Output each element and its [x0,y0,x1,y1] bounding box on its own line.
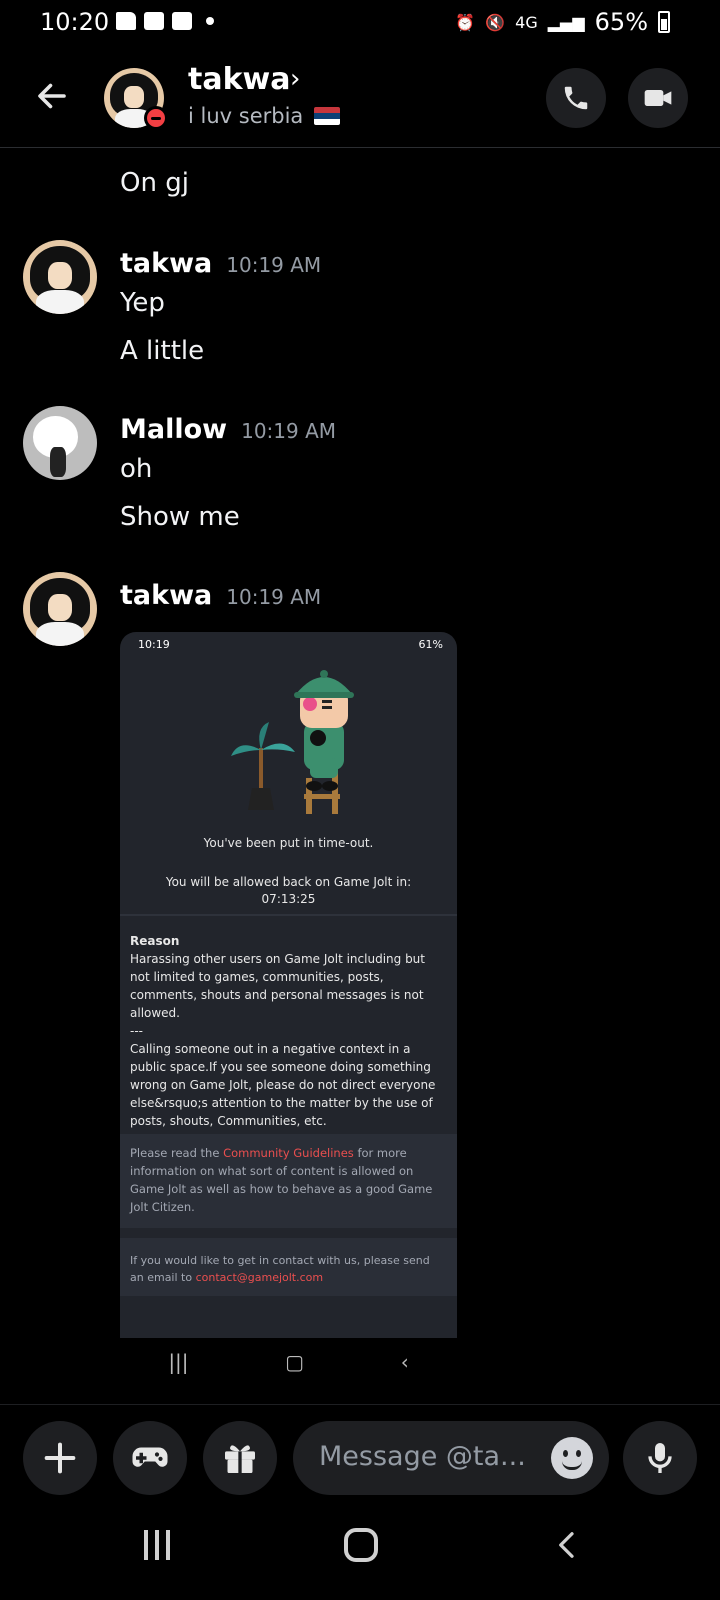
home-button[interactable] [344,1528,378,1562]
contact-box: If you would like to get in contact with… [120,1238,457,1296]
timestamp: 10:19 AM [241,419,337,443]
author-name[interactable]: takwa [120,248,212,279]
embed-status-time: 10:19 [138,638,170,651]
serbia-flag-icon [313,107,340,125]
reason-body: Harassing other users on Game Jolt inclu… [130,952,425,1020]
notification-dot-icon [206,17,214,25]
video-icon [644,90,672,106]
message-header: Mallow 10:19 AM [120,414,336,445]
network-type: 4G [515,12,538,32]
recent-apps-button[interactable] [144,1530,170,1560]
signal-icon: ▂▄▆ [547,12,585,32]
avatar[interactable] [23,406,97,480]
reason-body: Calling someone out in a negative contex… [130,1042,436,1128]
mic-icon [648,1443,672,1473]
message-header: takwa 10:19 AM [120,580,321,611]
recent-apps-icon: ||| [168,1350,189,1374]
allowed-back-text: You will be allowed back on Game Jolt in… [165,875,412,889]
alarm-icon: ⏰ [455,12,476,32]
community-guidelines-link[interactable]: Community Guidelines [223,1146,354,1160]
capcut-icon [144,12,164,30]
back-button[interactable] [30,74,74,118]
contact-text: If you would like to get in contact with… [130,1254,430,1284]
custom-status: i luv serbia [188,104,340,128]
message-text: A little [120,336,205,366]
embed-nav-bar: ||| ▢ ‹ [120,1338,457,1386]
mute-icon: 🔇 [485,12,506,32]
message-header: takwa 10:19 AM [120,248,321,279]
system-nav-bar [0,1512,720,1600]
status-bar: 10:20 ⏰ 🔇 4G ▂▄▆ 65% [0,0,720,48]
dnd-status-icon [144,106,168,130]
home-icon: ▢ [285,1350,305,1374]
message-input[interactable]: Message @ta... [293,1421,609,1495]
plus-icon [44,1442,76,1474]
reason-title: Reason [130,934,180,948]
message-text: On gj [120,168,189,198]
video-call-button[interactable] [628,68,688,128]
author-name[interactable]: Mallow [120,414,227,445]
avatar[interactable] [23,572,97,646]
back-button[interactable] [552,1530,582,1560]
status-time: 10:20 [40,8,110,36]
embed-status-battery: 61% [418,638,443,651]
guidelines-text: Please read the Community Guidelines for… [130,1146,433,1214]
battery-percent: 65% [594,8,648,36]
custom-status-text: i luv serbia [188,104,304,128]
voice-call-button[interactable] [546,68,606,128]
dm-header: takwa › i luv serbia [0,48,720,148]
battery-icon [658,11,670,33]
youtube-icon [172,12,192,30]
voice-message-button[interactable] [623,1421,697,1495]
timestamp: 10:19 AM [226,585,322,609]
message-text: oh [120,454,153,484]
timestamp: 10:19 AM [226,253,322,277]
chevron-right-icon[interactable]: › [290,64,300,94]
contact-name[interactable]: takwa [188,62,291,97]
call-icon [564,86,588,110]
guidelines-box: Please read the Community Guidelines for… [120,1134,457,1228]
message-composer: Message @ta... [0,1404,720,1512]
attach-button[interactable] [23,1421,97,1495]
timeout-duration: You will be allowed back on Game Jolt in… [150,874,427,908]
folder-icon [116,12,136,30]
timeout-message: You've been put in time-out. [203,836,374,850]
gift-button[interactable] [203,1421,277,1495]
message-input-placeholder: Message @ta... [319,1441,526,1472]
gamepad-icon [132,1447,168,1467]
countdown-timer: 07:13:25 [261,892,316,906]
contact-email-link[interactable]: contact@gamejolt.com [196,1271,324,1284]
avatar[interactable] [23,240,97,314]
emoji-icon[interactable] [551,1437,593,1479]
timeout-soldier-illustration [231,670,354,814]
activities-button[interactable] [113,1421,187,1495]
back-icon: ‹ [400,1350,409,1374]
reason-separator: --- [130,1024,143,1038]
divider [120,914,457,916]
message-text: Show me [120,502,240,532]
image-attachment[interactable]: 10:19 61% You've been put in time-out. Y… [120,632,457,1338]
reason-section: Reason Harassing other users on Game Jol… [130,932,448,1130]
author-name[interactable]: takwa [120,580,212,611]
gift-icon [225,1445,255,1473]
back-arrow-icon [38,83,66,109]
message-text: Yep [120,288,165,318]
